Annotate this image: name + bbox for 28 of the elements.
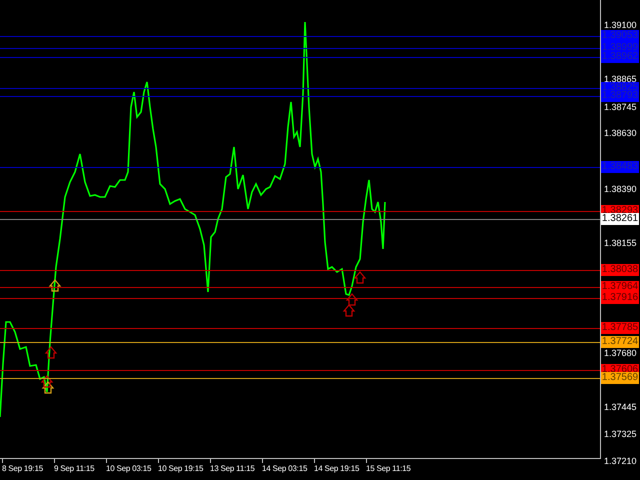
price-label: 1.38483 xyxy=(601,161,639,174)
time-tick-label: 10 Sep 03:15 xyxy=(106,463,152,475)
time-tick-label: 10 Sep 19:15 xyxy=(158,463,204,475)
price-label: 1.38962 xyxy=(601,50,639,63)
price-tick-label: 1.38865 xyxy=(604,73,637,84)
price-label: 1.38038 xyxy=(601,264,639,276)
price-label: 1.37724 xyxy=(601,336,639,348)
price-tick-label: 1.39100 xyxy=(604,19,637,31)
time-tick-label: 14 Sep 19:15 xyxy=(314,463,360,475)
time-tick-label: 15 Sep 11:15 xyxy=(366,463,411,475)
price-label: 1.39053 xyxy=(601,30,639,42)
price-tick-label: 1.38390 xyxy=(604,182,637,195)
price-label: 1.37916 xyxy=(601,292,639,304)
price-tick-label: 1.38630 xyxy=(604,127,637,140)
time-tick-label: 13 Sep 11:15 xyxy=(210,463,255,475)
price-tick-label: 1.37210 xyxy=(604,455,637,467)
price-label: 1.37569 xyxy=(601,372,639,384)
price-tick-label: 1.38155 xyxy=(604,237,637,249)
time-tick-label: 9 Sep 11:15 xyxy=(54,463,94,475)
price-tick-label: 1.37445 xyxy=(604,400,637,413)
time-tick-label: 8 Sep 19:15 xyxy=(2,463,43,475)
price-label: 1.37964 xyxy=(601,281,639,294)
price-tick-label: 1.38745 xyxy=(604,100,637,113)
price-label: 1.37785 xyxy=(601,322,639,334)
time-tick-label: 14 Sep 03:15 xyxy=(262,463,308,475)
price-label: 1.38261 xyxy=(601,212,639,225)
price-tick-label: 1.37325 xyxy=(604,428,637,440)
price-tick-label: 1.37680 xyxy=(604,346,637,359)
